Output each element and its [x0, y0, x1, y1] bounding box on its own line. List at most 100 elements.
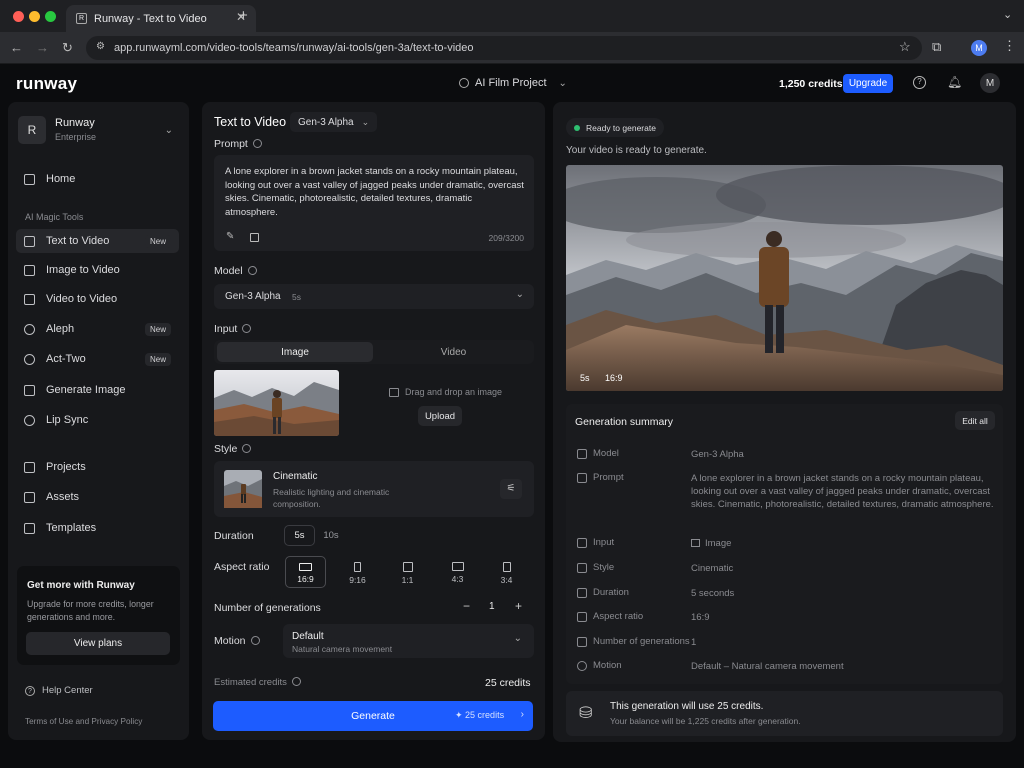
aspect-label: 9:16 [349, 575, 366, 585]
sidebar-item-image-to-video[interactable]: Image to Video [16, 258, 179, 282]
lip-sync-icon [24, 414, 35, 426]
summary-key: Duration [593, 587, 629, 598]
motion-icon [577, 661, 587, 671]
style-settings-icon[interactable]: ⚟ [500, 479, 522, 499]
increment-button[interactable]: + [515, 599, 522, 613]
browser-menu-icon[interactable]: ⋮ [1003, 38, 1016, 54]
mountain-explorer-image [566, 165, 1003, 391]
aspect-9-16-option[interactable]: 9:16 [337, 556, 378, 588]
profile-avatar[interactable]: M [971, 40, 987, 56]
sidebar-item-home[interactable]: Home [16, 167, 179, 191]
aspect-label: 16:9 [297, 574, 314, 584]
help-center-link[interactable]: ? Help Center [25, 685, 93, 696]
help-center-label: Help Center [42, 685, 93, 696]
style-card[interactable]: Cinematic Realistic lighting and cinemat… [214, 461, 534, 517]
upload-button[interactable]: Upload [418, 406, 462, 426]
close-window-dot[interactable] [13, 11, 24, 22]
summary-key: Motion [593, 660, 622, 671]
url-text: app.runwayml.com/video-tools/teams/runwa… [114, 42, 474, 54]
generations-icon [577, 637, 587, 647]
runway-logo[interactable]: runway [16, 74, 77, 94]
info-icon[interactable] [250, 636, 260, 645]
generate-image-icon [24, 384, 35, 396]
motion-select[interactable]: Default Natural camera movement ⌄ [283, 624, 534, 658]
info-icon[interactable] [242, 444, 252, 453]
info-icon[interactable] [252, 139, 262, 148]
model-select-value: Gen-3 Alpha [225, 291, 281, 302]
sidebar-item-assets[interactable]: Assets [16, 485, 179, 509]
help-icon[interactable]: ? [913, 76, 926, 89]
prompt-label: Prompt [214, 138, 262, 150]
upgrade-promo-card: Get more with Runway Upgrade for more cr… [17, 566, 180, 665]
sidebar-item-act-two[interactable]: Act-Two New [16, 347, 179, 371]
edit-all-button[interactable]: Edit all [955, 411, 995, 430]
model-chip-dropdown[interactable]: Gen-3 Alpha ⌄ [290, 112, 378, 132]
model-select[interactable]: Gen-3 Alpha 5s ⌄ [214, 284, 534, 309]
new-tab-button[interactable]: + [239, 7, 248, 24]
prompt-textarea[interactable]: A lone explorer in a brown jacket stands… [214, 155, 534, 251]
browser-tab[interactable]: R Runway - Text to Video ✕ [66, 5, 256, 32]
generations-label: Number of generations [214, 602, 321, 614]
tab-video[interactable]: Video [376, 342, 531, 362]
prompt-wand-icon [577, 473, 587, 483]
video-preview[interactable]: 5s 16:9 [566, 165, 1003, 391]
minimize-window-dot[interactable] [29, 11, 40, 22]
summary-value: A lone explorer in a brown jacket stands… [691, 473, 994, 510]
generations-value: 1 [489, 601, 495, 612]
project-icon [459, 78, 469, 88]
sidebar-item-generate-image[interactable]: Generate Image [16, 378, 179, 402]
expand-icon[interactable] [250, 233, 259, 242]
site-settings-icon[interactable]: ⚙ [96, 41, 105, 52]
bookmark-star-icon[interactable]: ☆ [899, 39, 911, 55]
info-icon[interactable] [247, 266, 257, 275]
sidebar-item-label: Templates [46, 522, 97, 534]
decrement-button[interactable]: − [463, 599, 470, 613]
act-two-icon [24, 353, 35, 365]
reload-icon[interactable]: ↻ [62, 40, 73, 56]
info-icon[interactable] [242, 324, 252, 333]
project-selector[interactable]: AI Film Project ⌄ [459, 77, 567, 89]
aspect-1-1-option[interactable]: 1:1 [387, 556, 428, 588]
sidebar-item-lip-sync[interactable]: Lip Sync [16, 408, 179, 432]
aspect-9-16-icon [354, 562, 361, 572]
magic-wand-icon[interactable]: ✎ [226, 231, 234, 242]
aspect-1-1-icon [402, 562, 413, 572]
maximize-window-dot[interactable] [45, 11, 56, 22]
sidebar-item-aleph[interactable]: Aleph New [16, 317, 179, 341]
credits-balance: 1,250 credits [779, 78, 843, 90]
tab-image[interactable]: Image [217, 342, 373, 362]
duration-10s-option[interactable]: 10s [318, 525, 344, 546]
sidebar-item-templates[interactable]: Templates [16, 516, 179, 540]
form-title: Text to Video [214, 115, 287, 129]
user-avatar[interactable]: M [980, 73, 1000, 93]
upgrade-button[interactable]: Upgrade [843, 74, 893, 93]
notifications-bell-icon[interactable]: 🔔︎ [947, 75, 962, 89]
extensions-icon[interactable]: ⧉ [932, 39, 941, 55]
summary-value: Default – Natural camera movement [691, 661, 844, 672]
input-image-thumbnail[interactable] [214, 370, 339, 436]
terms-link[interactable]: Terms of Use and Privacy Policy [25, 717, 142, 726]
address-bar[interactable]: ⚙ app.runwayml.com/video-tools/teams/run… [86, 36, 922, 60]
view-plans-button[interactable]: View plans [26, 632, 170, 655]
generate-button[interactable]: Generate ✦ 25 credits › [213, 701, 533, 731]
workspace-name: Runway [55, 117, 95, 129]
summary-key: Style [593, 562, 615, 573]
style-label: Style [214, 443, 252, 455]
sidebar-item-label: Lip Sync [46, 414, 89, 426]
back-arrow-icon[interactable]: ← [10, 40, 23, 55]
duration-5s-option[interactable]: 5s [284, 525, 315, 546]
generate-credits: ✦ 25 credits [455, 710, 505, 720]
summary-title: Generation summary [575, 416, 674, 428]
aspect-16-9-option[interactable]: 16:9 [285, 556, 326, 588]
sidebar-item-video-to-video[interactable]: Video to Video [16, 287, 179, 311]
projects-icon [24, 461, 35, 473]
aspect-4-3-option[interactable]: 4:3 [437, 556, 478, 588]
sidebar-item-projects[interactable]: Projects [16, 455, 179, 479]
tab-list-chevron-icon[interactable]: ⌄ [1003, 8, 1012, 21]
info-icon[interactable] [291, 677, 301, 686]
aspect-3-4-option[interactable]: 3:4 [486, 556, 527, 588]
new-badge: New [144, 322, 171, 336]
forward-arrow-icon[interactable]: → [36, 40, 49, 55]
workspace-switcher[interactable]: R Runway Enterprise ⌄ [16, 112, 181, 148]
sidebar-item-text-to-video[interactable]: Text to Video New [16, 229, 179, 253]
